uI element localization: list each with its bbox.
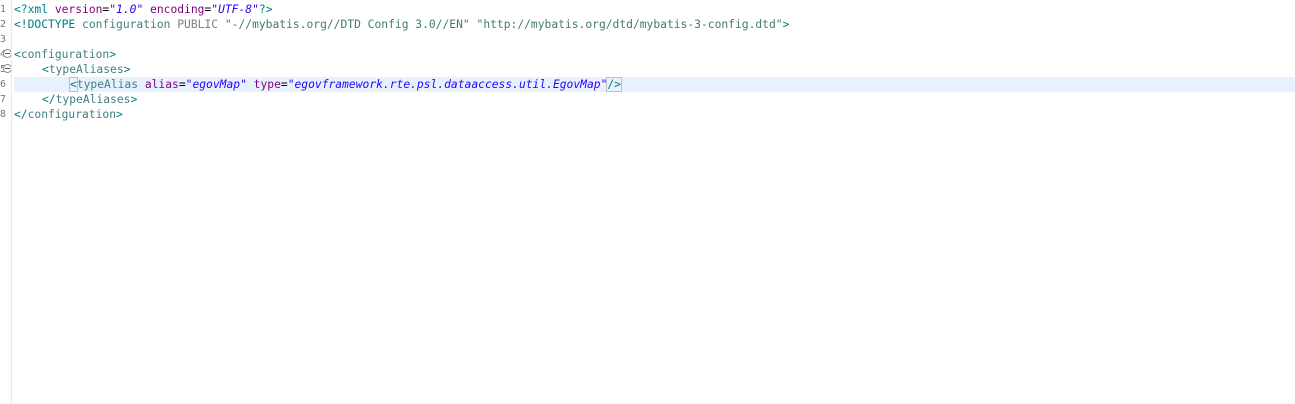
tag-close-bracket: > [130, 93, 138, 106]
tag-open-bracket: </ [14, 108, 28, 121]
tag-close-bracket: > [116, 108, 123, 121]
doctype-public-id: "-//mybatis.org//DTD Config 3.0//EN" [224, 18, 470, 31]
attribute-name: encoding [143, 3, 205, 16]
code-line-configuration-close[interactable]: </configuration> [14, 107, 1295, 122]
line-number-gutter: 1 2 3 4 5 6 7 8 [0, 0, 12, 404]
attribute-value: "egovframework.rte.psl.dataaccess.util.E… [287, 78, 608, 91]
tag-open-bracket: < [69, 77, 78, 92]
code-line-xml-declaration[interactable]: <?xml version="1.0" encoding="UTF-8"?> [14, 2, 1295, 17]
attribute-value: "UTF-8" [211, 3, 259, 16]
code-line-empty[interactable] [14, 32, 1295, 47]
code-line-typealias-current[interactable]: <typeAlias alias="egovMap" type="egovfra… [14, 77, 1295, 92]
equals-sign: = [280, 78, 288, 91]
line-number: 1 [0, 4, 6, 15]
tag-name: typeAlias [76, 78, 139, 91]
code-line-typealiases-open[interactable]: <typeAliases> [14, 62, 1295, 77]
doctype-root-name: configuration [82, 18, 171, 31]
doctype-close: > [782, 18, 790, 31]
doctype-system-id: "http://mybatis.org/dtd/mybatis-3-config… [469, 18, 783, 31]
attribute-name: version [54, 3, 103, 16]
fold-collapse-icon[interactable] [3, 64, 11, 73]
tag-open-bracket: < [42, 63, 49, 76]
attribute-value: "egovMap" [185, 78, 247, 91]
code-line-doctype[interactable]: <!DOCTYPE configuration PUBLIC "-//mybat… [14, 17, 1295, 32]
line-number: 7 [0, 94, 6, 105]
attribute-name: type [246, 78, 281, 91]
tag-name: typeAliases [48, 63, 124, 76]
tag-name: configuration [27, 108, 117, 121]
attribute-value: "1.0" [109, 3, 144, 16]
xml-editor[interactable]: 1 2 3 4 5 6 7 8 <?xml version="1.0" enco… [0, 0, 1295, 404]
tag-open-bracket: < [14, 48, 21, 61]
tag-name: typeAliases [55, 93, 131, 106]
line-number: 3 [0, 34, 6, 45]
line-number: 8 [0, 109, 6, 120]
doctype-open: <!DOCTYPE [14, 18, 83, 31]
code-line-configuration-open[interactable]: <configuration> [14, 47, 1295, 62]
doctype-public-keyword: PUBLIC [170, 18, 225, 31]
tag-close-bracket: > [123, 63, 131, 76]
xml-prolog-close: ?> [258, 3, 273, 16]
line-number: 2 [0, 19, 6, 30]
text-cursor [620, 77, 622, 90]
fold-collapse-icon[interactable] [3, 49, 11, 58]
xml-prolog-open: <?xml [14, 3, 55, 16]
tag-name: configuration [20, 48, 110, 61]
line-number: 6 [0, 79, 6, 90]
code-line-typealiases-close[interactable]: </typeAliases> [14, 92, 1295, 107]
equals-sign: = [178, 78, 186, 91]
tag-self-close: /> [606, 77, 622, 92]
code-area[interactable]: <?xml version="1.0" encoding="UTF-8"?> <… [14, 2, 1295, 122]
attribute-name: alias [138, 78, 179, 91]
tag-close-bracket: > [109, 48, 117, 61]
tag-open-bracket: </ [42, 93, 56, 106]
